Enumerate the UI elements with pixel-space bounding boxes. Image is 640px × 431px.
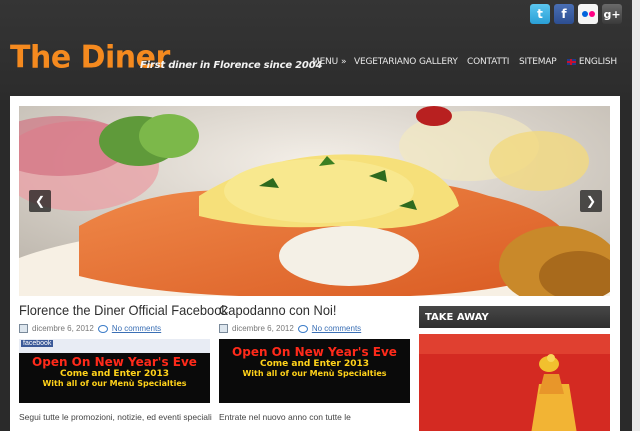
post-date: dicembre 6, 2012 (232, 324, 294, 333)
nav-item-label: Vegetariano (354, 57, 417, 67)
nav-item-english[interactable]: English (567, 57, 617, 67)
slider-next-button[interactable]: ❯ (580, 190, 602, 212)
comments-link[interactable]: No comments (112, 324, 161, 333)
post-excerpt: Segui tutte le promozioni, notizie, ed e… (19, 412, 212, 422)
post-meta: dicembre 6, 2012 No comments (19, 324, 211, 333)
take-away-image[interactable] (419, 334, 610, 431)
nav-item-label: English (578, 57, 617, 67)
post-image-line-2: Come and Enter 2013 (259, 359, 370, 369)
site-header: t f g+ The Diner First diner in Florence… (0, 0, 640, 100)
chevron-right-icon: ❯ (585, 194, 597, 208)
widget-title: Take Away (419, 306, 610, 328)
double-chevron-right-icon: » (340, 57, 347, 67)
post-meta: dicembre 6, 2012 No comments (219, 324, 411, 333)
facebook-icon[interactable]: f (554, 4, 574, 24)
post-excerpt: Entrate nel nuovo anno con tutte le (219, 412, 351, 422)
post-image-line-3: With all of our Menù Specialties (242, 369, 387, 378)
comment-bubble-icon (97, 324, 108, 333)
slide-image (19, 106, 610, 296)
post-title[interactable]: Florence the Diner Official Facebook (19, 302, 228, 318)
post-image[interactable]: Open On New Year's Eve Come and Enter 20… (219, 339, 410, 403)
facebook-header-text: facebook (21, 340, 54, 347)
image-slider: ❮ ❯ (19, 106, 610, 296)
social-links: t f g+ (530, 4, 622, 24)
post-image[interactable]: facebook Open On New Year's Eve Come and… (19, 339, 210, 403)
comments-link[interactable]: No comments (312, 324, 361, 333)
calendar-icon (19, 324, 28, 333)
calendar-icon (219, 324, 228, 333)
post-card: Florence the Diner Official Facebook dic… (19, 302, 228, 422)
nav-item-vegetariano[interactable]: Vegetariano (354, 57, 419, 67)
nav-item-gallery[interactable]: Gallery (419, 57, 467, 67)
sidebar: Take Away (419, 306, 610, 431)
main-content: ❮ ❯ Florence the Diner Official Facebook… (10, 96, 620, 431)
post-card: Capodanno con Noi! dicembre 6, 2012 No c… (219, 302, 411, 422)
twitter-icon[interactable]: t (530, 4, 550, 24)
main-nav: Menu » Vegetariano Gallery Contatti Site… (312, 57, 617, 67)
post-image-line-1: Open On New Year's Eve (232, 345, 397, 359)
nav-item-menu[interactable]: Menu » (312, 57, 354, 67)
uk-flag-icon (567, 59, 576, 65)
nav-item-contatti[interactable]: Contatti (467, 57, 519, 67)
post-title[interactable]: Capodanno con Noi! (219, 302, 396, 318)
comment-bubble-icon (297, 324, 308, 333)
page-scrollbar[interactable] (632, 0, 640, 431)
flickr-icon[interactable] (578, 4, 598, 24)
post-image-line-2: Come and Enter 2013 (59, 369, 170, 379)
nav-item-label: Gallery (419, 57, 458, 67)
nav-item-label: Contatti (467, 57, 510, 67)
nav-item-sitemap[interactable]: Sitemap (519, 57, 567, 67)
google-plus-icon[interactable]: g+ (602, 4, 622, 24)
nav-item-label: Sitemap (519, 57, 557, 67)
chevron-left-icon: ❮ (34, 194, 46, 208)
post-date: dicembre 6, 2012 (32, 324, 94, 333)
nav-item-label: Menu (312, 57, 338, 67)
slider-prev-button[interactable]: ❮ (29, 190, 51, 212)
post-image-line-1: Open On New Year's Eve (32, 355, 197, 369)
post-image-line-3: With all of our Menù Specialties (42, 379, 187, 388)
site-tagline: First diner in Florence since 2004 (140, 60, 323, 71)
